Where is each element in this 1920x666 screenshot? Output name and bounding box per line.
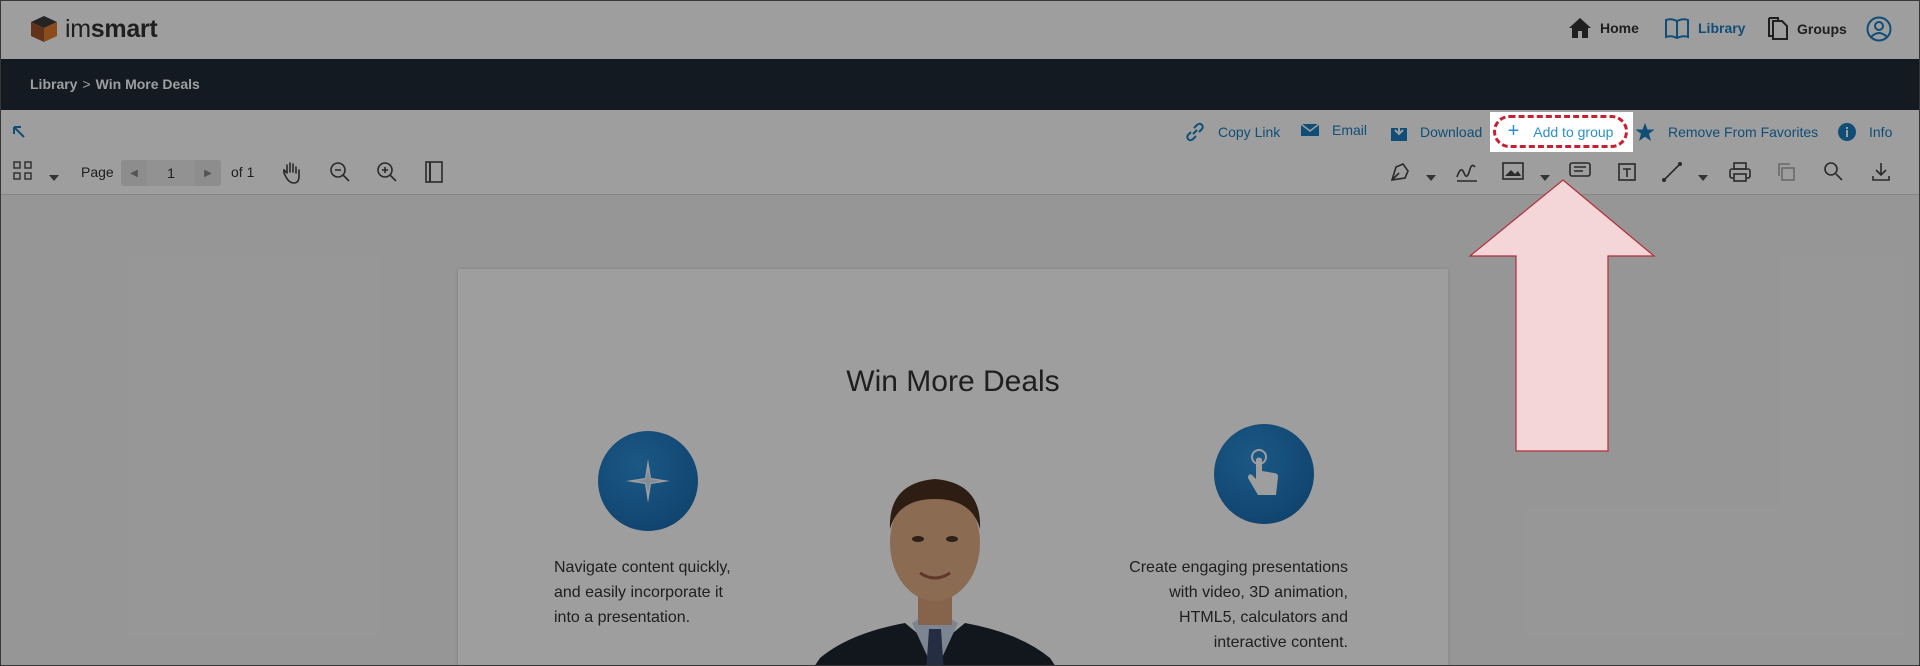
thumbnails-dropdown[interactable] [49, 168, 59, 186]
collapse-button[interactable] [11, 124, 27, 145]
feature-navigate-line: into a presentation. [554, 609, 691, 626]
touch-badge [1214, 424, 1314, 524]
home-icon [1569, 18, 1591, 38]
feature-create-line: interactive content. [1213, 634, 1348, 651]
pen-tool-button[interactable] [1389, 161, 1411, 188]
caret-down-icon [49, 175, 59, 181]
arrow-up-left-icon [13, 126, 25, 138]
duplicate-button[interactable] [1775, 161, 1797, 188]
email-button[interactable]: Email [1300, 122, 1367, 138]
top-navigation: imsmart Home Library Groups [1, 1, 1919, 59]
document-page: Win More Deals Navigate content quickly,… [458, 269, 1448, 665]
feature-navigate-line: Navigate content quickly, [554, 559, 731, 576]
feature-create-line: with video, 3D animation, [1169, 584, 1348, 601]
pen-icon [1390, 163, 1409, 181]
thumbnails-button[interactable] [13, 161, 33, 186]
compass-icon [626, 459, 670, 503]
zoom-in-icon [377, 162, 397, 182]
copy-icon [1778, 163, 1795, 181]
book-icon [1665, 18, 1689, 39]
plus-icon: + [1507, 120, 1520, 142]
copy-link-label: Copy Link [1218, 124, 1281, 140]
breadcrumb-library-link[interactable]: Library [30, 76, 77, 92]
hand-icon [282, 162, 300, 184]
zoom-out-button[interactable] [329, 161, 351, 188]
feature-navigate-line: and easily incorporate it [554, 584, 723, 601]
star-icon [1635, 123, 1655, 141]
pen-dropdown[interactable] [1426, 168, 1436, 186]
page-layout-icon [425, 161, 443, 183]
nav-groups[interactable]: Groups [1767, 17, 1847, 41]
search-icon [1824, 162, 1843, 181]
info-button[interactable]: Info [1837, 122, 1892, 142]
grid-icon [13, 161, 32, 180]
line-dropdown[interactable] [1698, 168, 1708, 186]
fit-page-button[interactable] [423, 161, 445, 188]
search-button[interactable] [1823, 161, 1843, 186]
nav-library-label: Library [1698, 20, 1746, 36]
download-icon [1872, 163, 1890, 181]
feature-navigate-text: Navigate content quickly, and easily inc… [554, 555, 754, 630]
info-icon [1838, 123, 1856, 141]
pan-tool-button[interactable] [281, 161, 303, 190]
breadcrumb-bar: Library > Win More Deals [1, 59, 1919, 110]
link-icon [1186, 122, 1204, 142]
envelope-icon [1300, 123, 1320, 136]
download-box-icon [1391, 123, 1407, 141]
compass-badge [598, 431, 698, 531]
remove-favorites-label: Remove From Favorites [1668, 124, 1819, 140]
feature-create-line: Create engaging presentations [1129, 559, 1348, 576]
brand-name: imsmart [65, 14, 158, 43]
prev-page-button[interactable]: ◀ [121, 168, 147, 179]
page-number-input[interactable]: 1 [147, 160, 195, 186]
cube-logo-icon [31, 16, 57, 42]
brand-logo[interactable]: imsmart [29, 14, 158, 44]
breadcrumb: Library > Win More Deals [30, 76, 200, 92]
user-avatar-icon [1866, 16, 1892, 42]
next-page-button[interactable]: ▶ [195, 168, 221, 179]
hand-pointer-icon [1248, 449, 1278, 495]
nav-home[interactable]: Home [1568, 17, 1639, 39]
copy-link-button[interactable]: Copy Link [1184, 122, 1280, 142]
breadcrumb-current: Win More Deals [95, 76, 200, 92]
feature-create-line: HTML5, calculators and [1179, 609, 1348, 626]
line-icon [1662, 162, 1682, 182]
info-label: Info [1869, 124, 1893, 140]
document-title: Win More Deals [846, 365, 1060, 398]
nav-library[interactable]: Library [1664, 17, 1745, 39]
add-to-group-highlight: + Add to group [1490, 112, 1633, 152]
zoom-out-icon [330, 162, 350, 182]
print-button[interactable] [1728, 161, 1752, 188]
download-button[interactable]: Download [1390, 122, 1482, 142]
nav-home-label: Home [1600, 20, 1639, 36]
nav-groups-label: Groups [1797, 21, 1847, 37]
page-label: Page [81, 164, 114, 180]
add-to-group-label: Add to group [1533, 123, 1614, 140]
caret-down-icon [1698, 175, 1708, 181]
line-tool-button[interactable] [1661, 161, 1683, 188]
download-file-button[interactable] [1870, 161, 1892, 188]
zoom-in-button[interactable] [376, 161, 398, 188]
remove-favorites-button[interactable]: Remove From Favorites [1634, 122, 1818, 142]
pointer-arrow-icon [1468, 179, 1656, 452]
documents-icon [1768, 17, 1788, 40]
user-profile-button[interactable] [1866, 16, 1900, 42]
download-label: Download [1420, 124, 1483, 140]
businessman-photo [810, 433, 1060, 665]
caret-down-icon [1426, 175, 1436, 181]
email-label: Email [1332, 122, 1368, 138]
feature-create-text: Create engaging presentations with video… [1078, 555, 1348, 655]
breadcrumb-separator: > [82, 76, 91, 92]
page-navigator: ◀ 1 ▶ [121, 160, 221, 186]
printer-icon [1729, 162, 1751, 182]
page-total: of 1 [231, 164, 255, 180]
add-to-group-button[interactable]: + Add to group [1493, 115, 1628, 148]
